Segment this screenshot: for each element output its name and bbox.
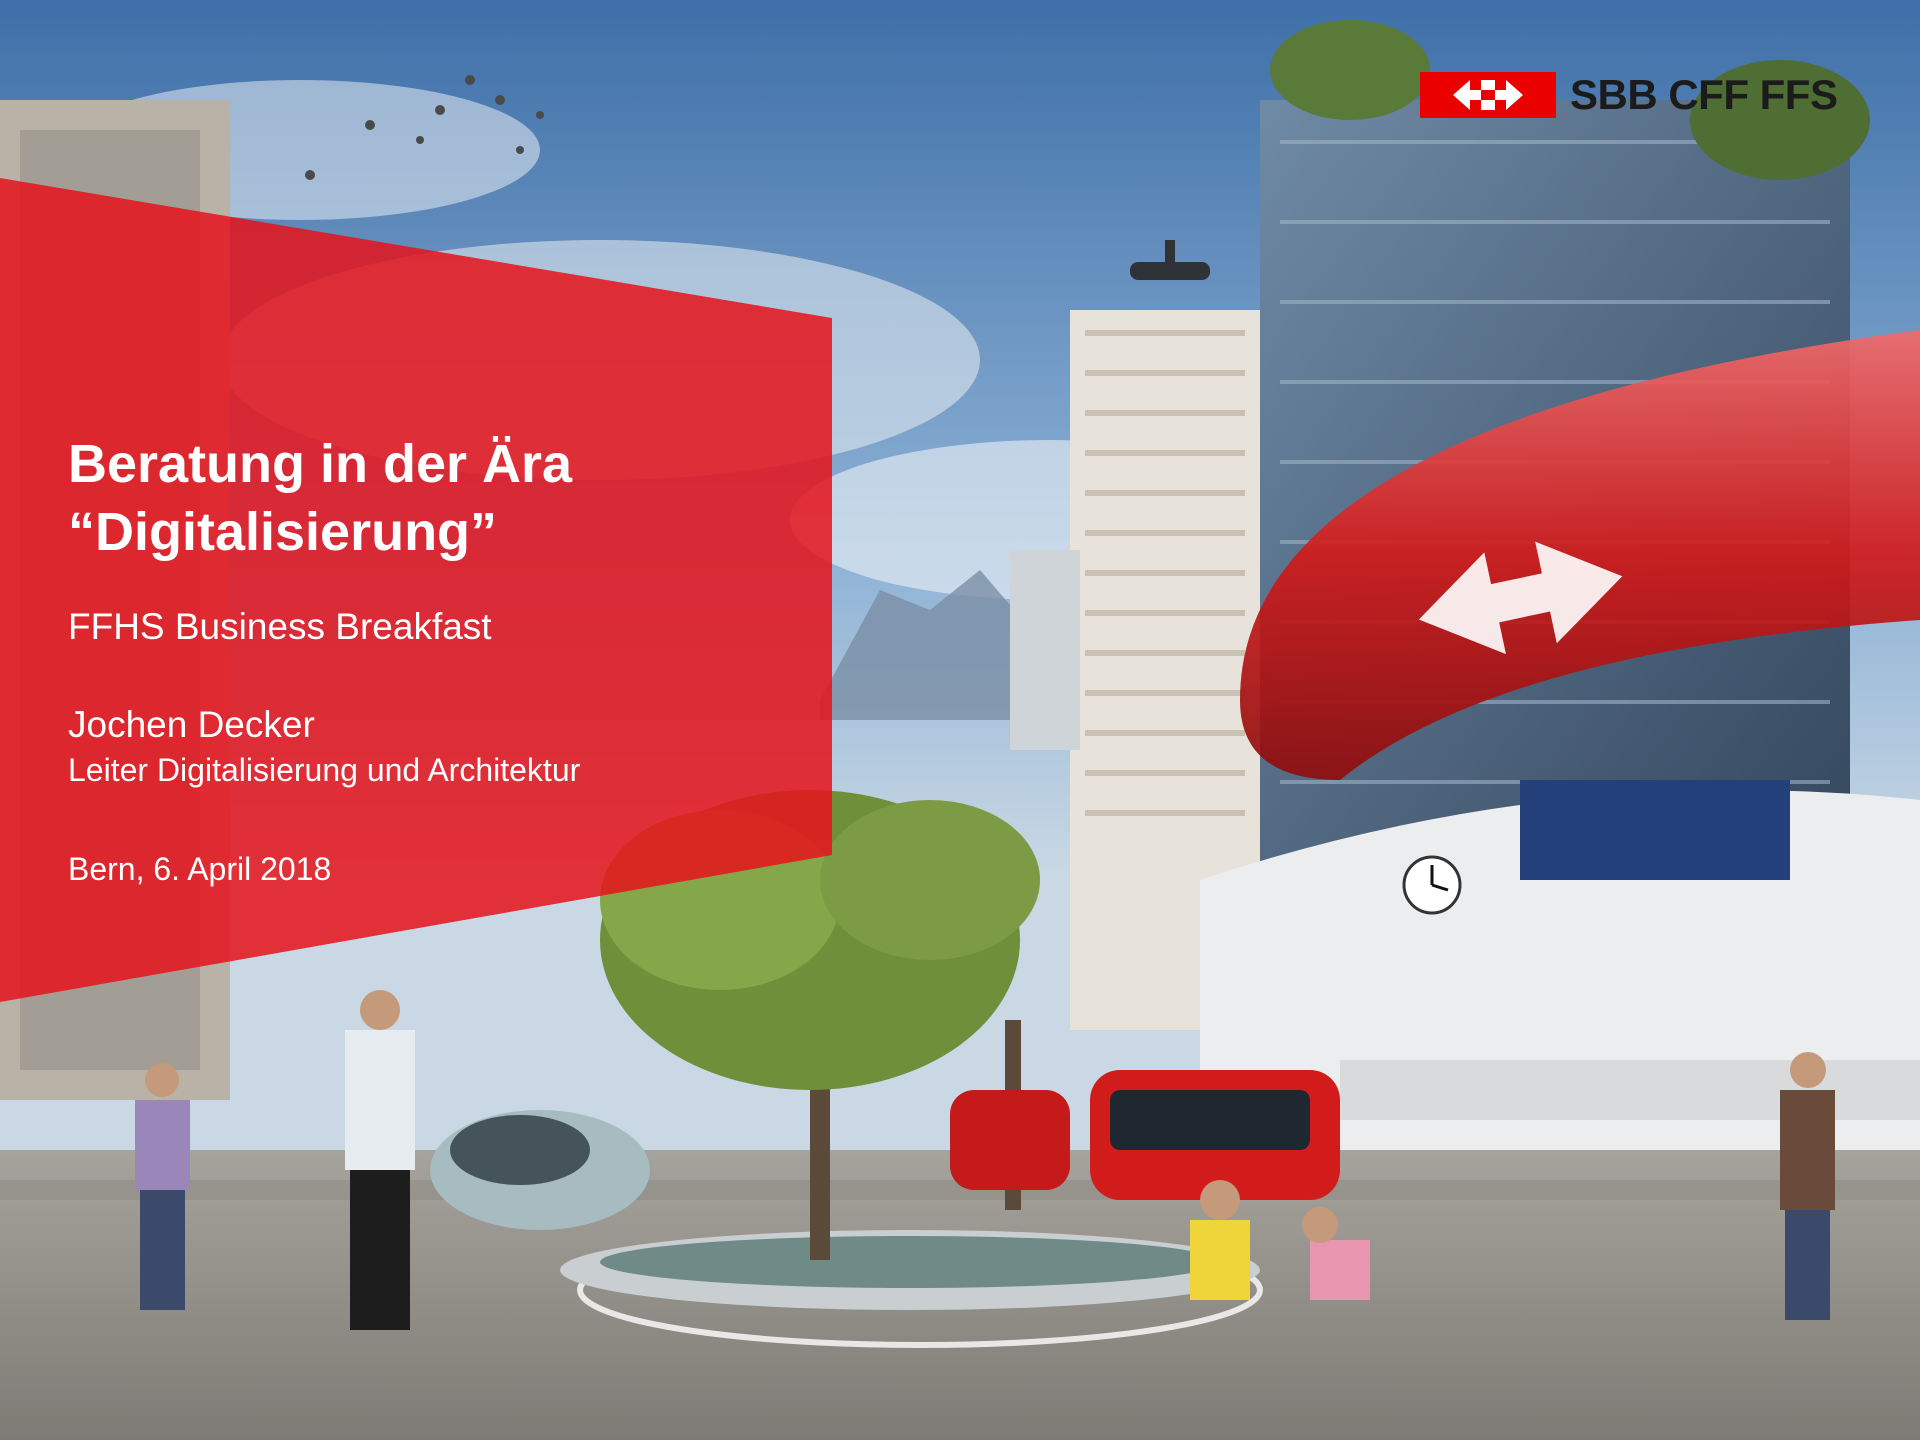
slide-title-line1: Beratung in der Ära: [68, 434, 573, 494]
sbb-logo: SBB CFF FFS: [1420, 71, 1838, 118]
slide: Beratung in der Ära “Digitalisierung” FF…: [0, 0, 1920, 1440]
title-text-block: Beratung in der Ära “Digitalisierung” FF…: [68, 430, 808, 888]
sbb-arrows-icon: [1420, 72, 1556, 118]
slide-title: Beratung in der Ära “Digitalisierung”: [68, 430, 808, 566]
date-location: Bern, 6. April 2018: [68, 851, 332, 887]
speaker-role: Leiter Digitalisierung und Architektur: [68, 752, 581, 788]
sbb-logo-text: SBB CFF FFS: [1570, 71, 1838, 118]
speaker-name: Jochen Decker: [68, 704, 315, 745]
event-subtitle: FFHS Business Breakfast: [68, 606, 492, 647]
slide-title-line2: “Digitalisierung”: [68, 502, 498, 562]
